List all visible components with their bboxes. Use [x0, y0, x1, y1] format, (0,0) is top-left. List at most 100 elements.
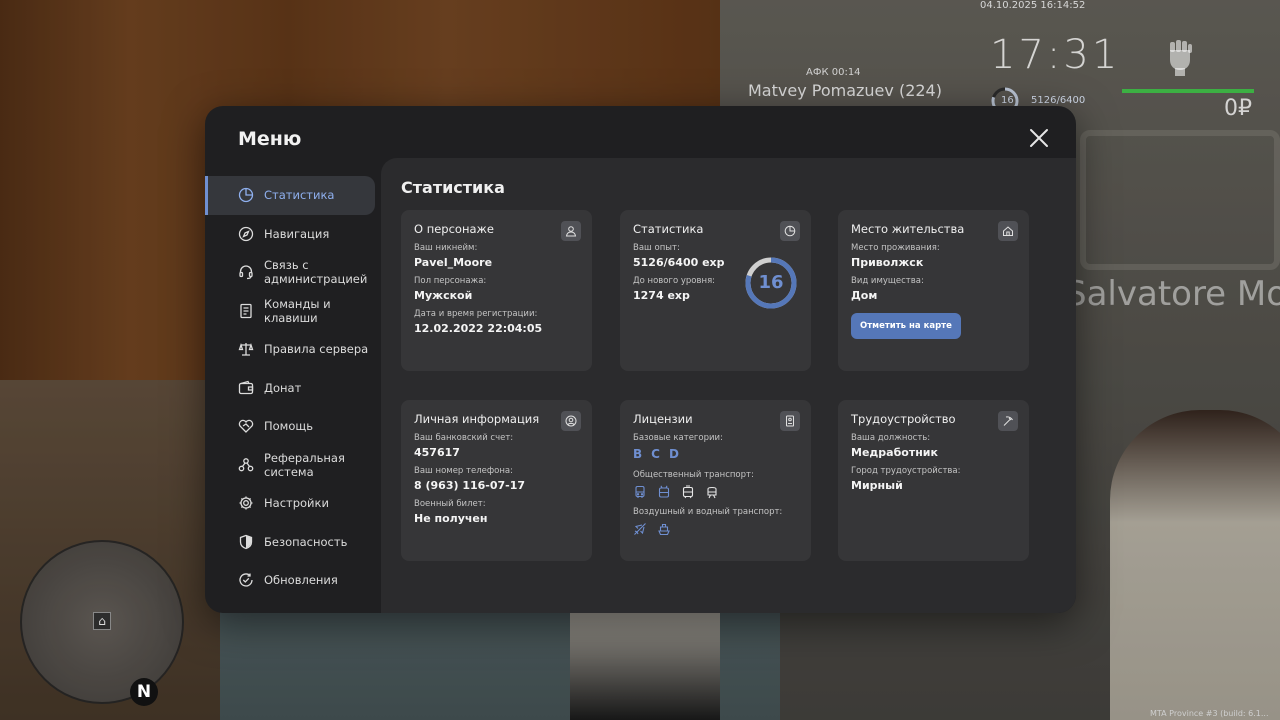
- card-title: Статистика: [633, 222, 704, 236]
- referral-icon: [238, 457, 254, 472]
- content-panel: Статистика О персонаже Ваш никнейм: Pave…: [381, 158, 1076, 613]
- card-residence: Место жительства Место проживания: Приво…: [838, 210, 1029, 371]
- hud-health-fill: [1122, 89, 1254, 93]
- sidebar-item-label: Правила сервера: [264, 342, 369, 357]
- update-check-icon: [239, 573, 253, 587]
- pickaxe-icon: [998, 411, 1018, 431]
- category-c: C: [651, 447, 660, 461]
- menu-window: Меню Статистика Навигация Связь с админи…: [205, 106, 1076, 613]
- sidebar-item-updates[interactable]: Обновления: [205, 561, 375, 600]
- id-card-icon: [780, 411, 800, 431]
- phone-label: Ваш номер телефона:: [414, 466, 513, 476]
- sidebar-item-commands[interactable]: Команды и клавиши: [205, 292, 375, 331]
- trolleybus-icon: [657, 484, 671, 498]
- headset-icon: [239, 265, 253, 280]
- sidebar-item-label: Команды и клавиши: [264, 296, 331, 325]
- sidebar-item-settings[interactable]: Настройки: [205, 484, 375, 523]
- category-b: B: [633, 447, 643, 461]
- hud-level: 16: [1001, 95, 1014, 106]
- exp-label: Ваш опыт:: [633, 243, 680, 253]
- base-categories: B C D: [633, 447, 798, 461]
- pie-chart-icon: [238, 188, 254, 203]
- card-title: Личная информация: [414, 412, 540, 426]
- hud-money: 0₽: [1224, 96, 1252, 121]
- job-city-value: Мирный: [851, 479, 903, 492]
- nickname-value: Pavel_Moore: [414, 256, 493, 269]
- bank-account-label: Ваш банковский счет:: [414, 433, 514, 443]
- boat-icon: [657, 521, 671, 536]
- residence-label: Место проживания:: [851, 243, 940, 253]
- page-title: Статистика: [401, 178, 505, 197]
- level-number: 16: [758, 272, 784, 293]
- heart-handshake-icon: [238, 420, 254, 434]
- position-value: Медработник: [851, 446, 938, 459]
- sidebar-item-donate[interactable]: Донат: [205, 369, 375, 408]
- card-statistics: Статистика Ваш опыт: 5126/6400 exp До но…: [620, 210, 811, 371]
- residence-value: Приволжск: [851, 256, 924, 269]
- hud-health-bar: [1122, 89, 1254, 93]
- sidebar-item-security[interactable]: Безопасность: [205, 523, 375, 562]
- sidebar-item-label: Обновления: [264, 573, 338, 588]
- world-text: Salvatore Mor: [1065, 274, 1280, 314]
- tram-icon: [681, 484, 695, 499]
- registration-label: Дата и время регистрации:: [414, 309, 538, 319]
- hud-clock: 17:31: [990, 32, 1121, 78]
- menu-sidebar: Статистика Навигация Связь с администрац…: [205, 176, 381, 600]
- close-icon[interactable]: [1027, 126, 1051, 150]
- sidebar-item-label: Донат: [264, 380, 302, 395]
- sidebar-item-rules[interactable]: Правила сервера: [205, 330, 375, 369]
- card-title: Место жительства: [851, 222, 965, 236]
- card-title: Лицензии: [633, 412, 693, 426]
- menu-title: Меню: [238, 128, 302, 150]
- sidebar-item-label: Реферальная система: [264, 450, 345, 479]
- hud-exp: 5126/6400: [1031, 95, 1086, 106]
- north-indicator: N: [130, 678, 158, 706]
- gender-value: Мужской: [414, 289, 473, 302]
- sidebar-item-help[interactable]: Помощь: [205, 407, 375, 446]
- sidebar-item-referral[interactable]: Реферальная система: [205, 446, 375, 485]
- public-transport-icons: [633, 484, 798, 499]
- card-personal-info: Личная информация Ваш банковский счет: 4…: [401, 400, 592, 561]
- bus-icon: [633, 484, 647, 498]
- sidebar-item-label: Статистика: [264, 188, 335, 203]
- nametag-player: Matvey Pomazuev (224): [748, 81, 942, 100]
- mark-on-map-button[interactable]: Отметить на карте: [851, 313, 961, 339]
- scales-icon: [238, 343, 254, 356]
- card-title: Трудоустройство: [851, 412, 956, 426]
- pie-chart-icon: [780, 221, 800, 241]
- plane-icon: [633, 521, 647, 535]
- property-value: Дом: [851, 289, 878, 302]
- card-character: О персонаже Ваш никнейм: Pavel_Moore Пол…: [401, 210, 592, 371]
- level-progress-ring: 16: [743, 255, 799, 311]
- sidebar-item-navigation[interactable]: Навигация: [205, 215, 375, 254]
- sidebar-item-admin-contact[interactable]: Связь с администрацией: [205, 253, 375, 292]
- home-icon: [998, 221, 1018, 241]
- sidebar-item-label: Помощь: [264, 419, 314, 434]
- phone-value: 8 (963) 116-07-17: [414, 479, 526, 492]
- card-employment: Трудоустройство Ваша должность: Медработ…: [838, 400, 1029, 561]
- gender-label: Пол персонажа:: [414, 276, 487, 286]
- card-title: О персонаже: [414, 222, 494, 236]
- military-id-value: Не получен: [414, 512, 488, 525]
- public-transport-label: Общественный транспорт:: [633, 470, 754, 480]
- registration-value: 12.02.2022 22:04:05: [414, 322, 543, 335]
- build-info: MTA Province #3 (build: 6.1...: [1150, 709, 1269, 718]
- hud-datetime: 04.10.2025 16:14:52: [980, 0, 1086, 11]
- position-label: Ваша должность:: [851, 433, 931, 443]
- sidebar-item-label: Навигация: [264, 226, 330, 241]
- air-water-transport-icons: [633, 521, 798, 536]
- home-marker-icon: ⌂: [93, 612, 111, 630]
- card-licenses: Лицензии Базовые категории: B C D Общест…: [620, 400, 811, 561]
- wallet-icon: [238, 380, 254, 394]
- sidebar-item-label: Настройки: [264, 496, 329, 511]
- category-d: D: [668, 447, 679, 461]
- document-icon: [240, 303, 252, 318]
- sidebar-item-label: Связь с администрацией: [264, 258, 368, 287]
- gear-icon: [239, 496, 253, 510]
- bank-account-value: 457617: [414, 446, 460, 459]
- sidebar-item-statistics[interactable]: Статистика: [205, 176, 375, 215]
- fist-icon: [1170, 40, 1192, 76]
- air-water-transport-label: Воздушный и водный транспорт:: [633, 507, 783, 517]
- nametag-afk: АФК 00:14: [806, 67, 861, 78]
- compass-icon: [238, 226, 254, 241]
